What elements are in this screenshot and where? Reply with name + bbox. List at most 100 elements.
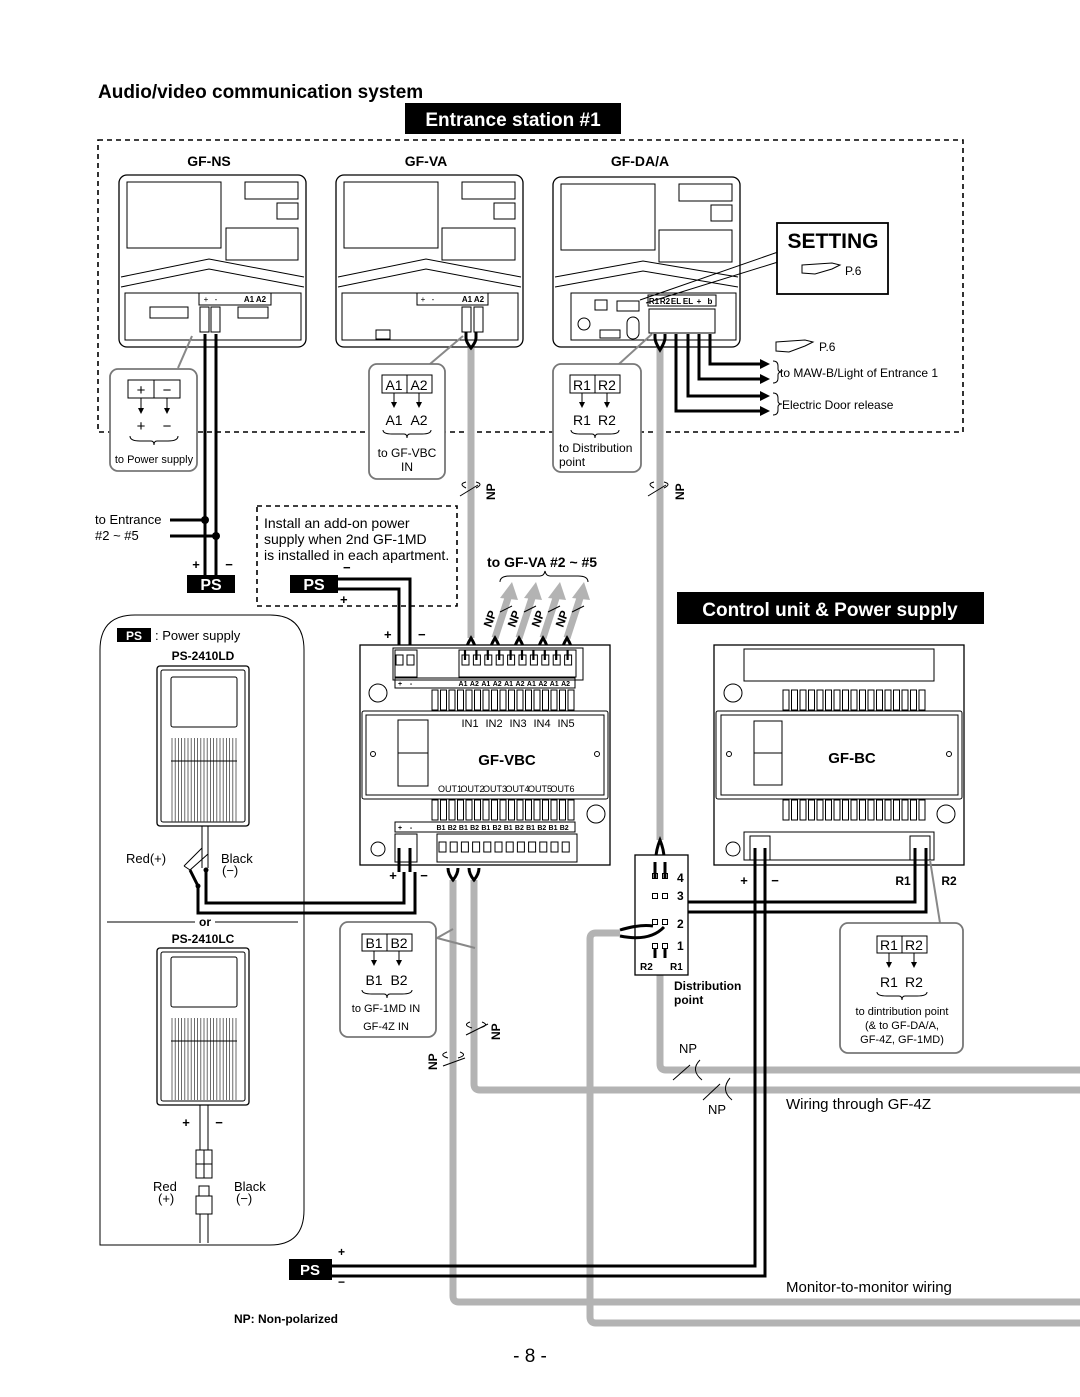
output-label: OUT6 [550,784,574,794]
addon-note-line: Install an add-on power [264,515,410,531]
np-label: NP [673,483,687,500]
terminal-label: + [204,295,209,304]
terminal-label: B1 [481,825,490,832]
callout-term: A2 [410,412,427,428]
terminal-label: B2 [493,825,502,832]
input-label: IN5 [557,718,574,730]
callout-term: B1 [365,935,382,951]
terminal-label: A2 [561,681,570,688]
setting-page-ref: P.6 [845,264,862,278]
dp-terminal-label: 2 [677,917,684,931]
black-wire-label: (−) [236,1191,252,1206]
terminal-label: A2 [256,295,267,304]
terminal-label: B1 [437,825,446,832]
plus-sign: + [338,1245,345,1259]
np-label: NP [679,1041,697,1056]
minus-sign: − [225,557,233,572]
callout-caption: GF-4Z, GF-1MD) [860,1034,944,1046]
ps-bottom: PS + − [289,1245,346,1289]
ps-badge-text: PS [200,577,222,594]
terminal-label: A1 [462,295,473,304]
terminal-label: A1 [550,681,559,688]
plus-sign: + [740,873,748,888]
callout-term: − [163,382,172,399]
callout-term: + [137,382,146,399]
callout-bc: R1 R2 R1 R2 to dintribution point (& to … [839,922,964,1054]
callout-term: − [163,418,172,435]
plus-sign: + [384,627,392,642]
terminal-label: B2 [537,825,546,832]
np-label: NP [484,483,498,500]
plus-sign: + [192,557,200,572]
input-label: IN4 [533,718,550,730]
input-label: IN3 [509,718,526,730]
ps-model-lc: PS-2410LC [172,932,235,946]
output-label: OUT1 [438,784,462,794]
device-gf-ns: GF-NS + - A1 A2 [118,153,307,348]
terminal-label: B2 [470,825,479,832]
callout-term: R1 [573,377,591,393]
output-label: OUT4 [505,784,529,794]
ps-2410ld-unit [156,665,250,827]
page-title: Audio/video communication system [98,82,423,103]
callout-term: R2 [905,974,923,990]
minus-sign: − [418,627,426,642]
control-banner-text: Control unit & Power supply [702,600,958,621]
callout-term: B2 [390,972,407,988]
terminal-label: A1 [504,681,513,688]
callout-term: A2 [410,377,427,393]
input-label: IN1 [461,718,478,730]
page-number: - 8 - [513,1346,547,1367]
output-label: OUT5 [528,784,552,794]
terminal-label: A2 [474,295,485,304]
plus-sign: + [389,868,397,883]
page-ref-2: P.6 [775,339,836,354]
output-label: OUT3 [483,784,507,794]
terminal-label: A1 [527,681,536,688]
np-label: NP [489,1023,503,1040]
np-label: NP [426,1053,440,1070]
entrance-banner-text: Entrance station #1 [425,110,601,131]
input-label: IN2 [485,718,502,730]
callout-term: R2 [598,412,616,428]
page-ref-text: P.6 [819,340,836,354]
callout-ns: + − + − to Power supply [109,335,198,472]
to-gf-va-label: to GF-VA #2 ~ #5 [487,554,597,583]
terminal-label: b [708,297,713,306]
ps-2410lc-unit [156,947,250,1106]
np-label: NP [708,1102,726,1117]
ps-legend-title: : Power supply [155,628,241,643]
device-gf-va: GF-VA + - A1 A2 [335,153,524,348]
output-label-door: Electric Door release [782,398,894,412]
device-model-label: GF-NS [187,153,231,169]
callout-caption: to GF-1MD IN [352,1003,421,1015]
terminal-label: + [398,681,402,688]
dp-terminal-label: 1 [677,939,684,953]
terminal-label: + [421,295,426,304]
terminal-label: - [215,295,218,304]
output-label: OUT2 [460,784,484,794]
callout-caption: GF-4Z IN [363,1021,409,1033]
plus-sign: + [340,592,348,607]
terminal-label: A1 [459,681,468,688]
footnote-np: NP: Non-polarized [234,1312,338,1326]
device-model-label: GF-DA/A [611,153,669,169]
device-gf-vbc: + - A1 A2 A1 A2 A1 A2 A1 A2 A1 A2 IN1 IN2 IN3 IN4 IN5 G… [359,644,611,883]
wiring-gf4z-label: Wiring through GF-4Z [786,1096,931,1113]
dp-r1-label: R1 [670,962,683,973]
output-label-maw: to MAW-B/Light of Entrance 1 [780,366,938,380]
vbc-model-label: GF-VBC [478,752,536,769]
terminal-label: B1 [549,825,558,832]
r2-label: R2 [941,874,957,888]
red-wire-label: (+) [158,1191,174,1206]
minus-sign: − [771,873,779,888]
callout-va: A1 A2 A1 A2 to GF-VBC IN [368,335,464,480]
terminal-label: EL [683,297,693,306]
ps-badge-text: PS [303,577,325,594]
distribution-point: 4 3 2 1 R2 R1 Distribution point [619,854,741,1007]
terminal-label: A2 [493,681,502,688]
terminal-label: B2 [560,825,569,832]
ps-badge-text: PS [126,629,142,643]
terminal-label: A2 [470,681,479,688]
device-model-label: GF-VA [405,153,448,169]
